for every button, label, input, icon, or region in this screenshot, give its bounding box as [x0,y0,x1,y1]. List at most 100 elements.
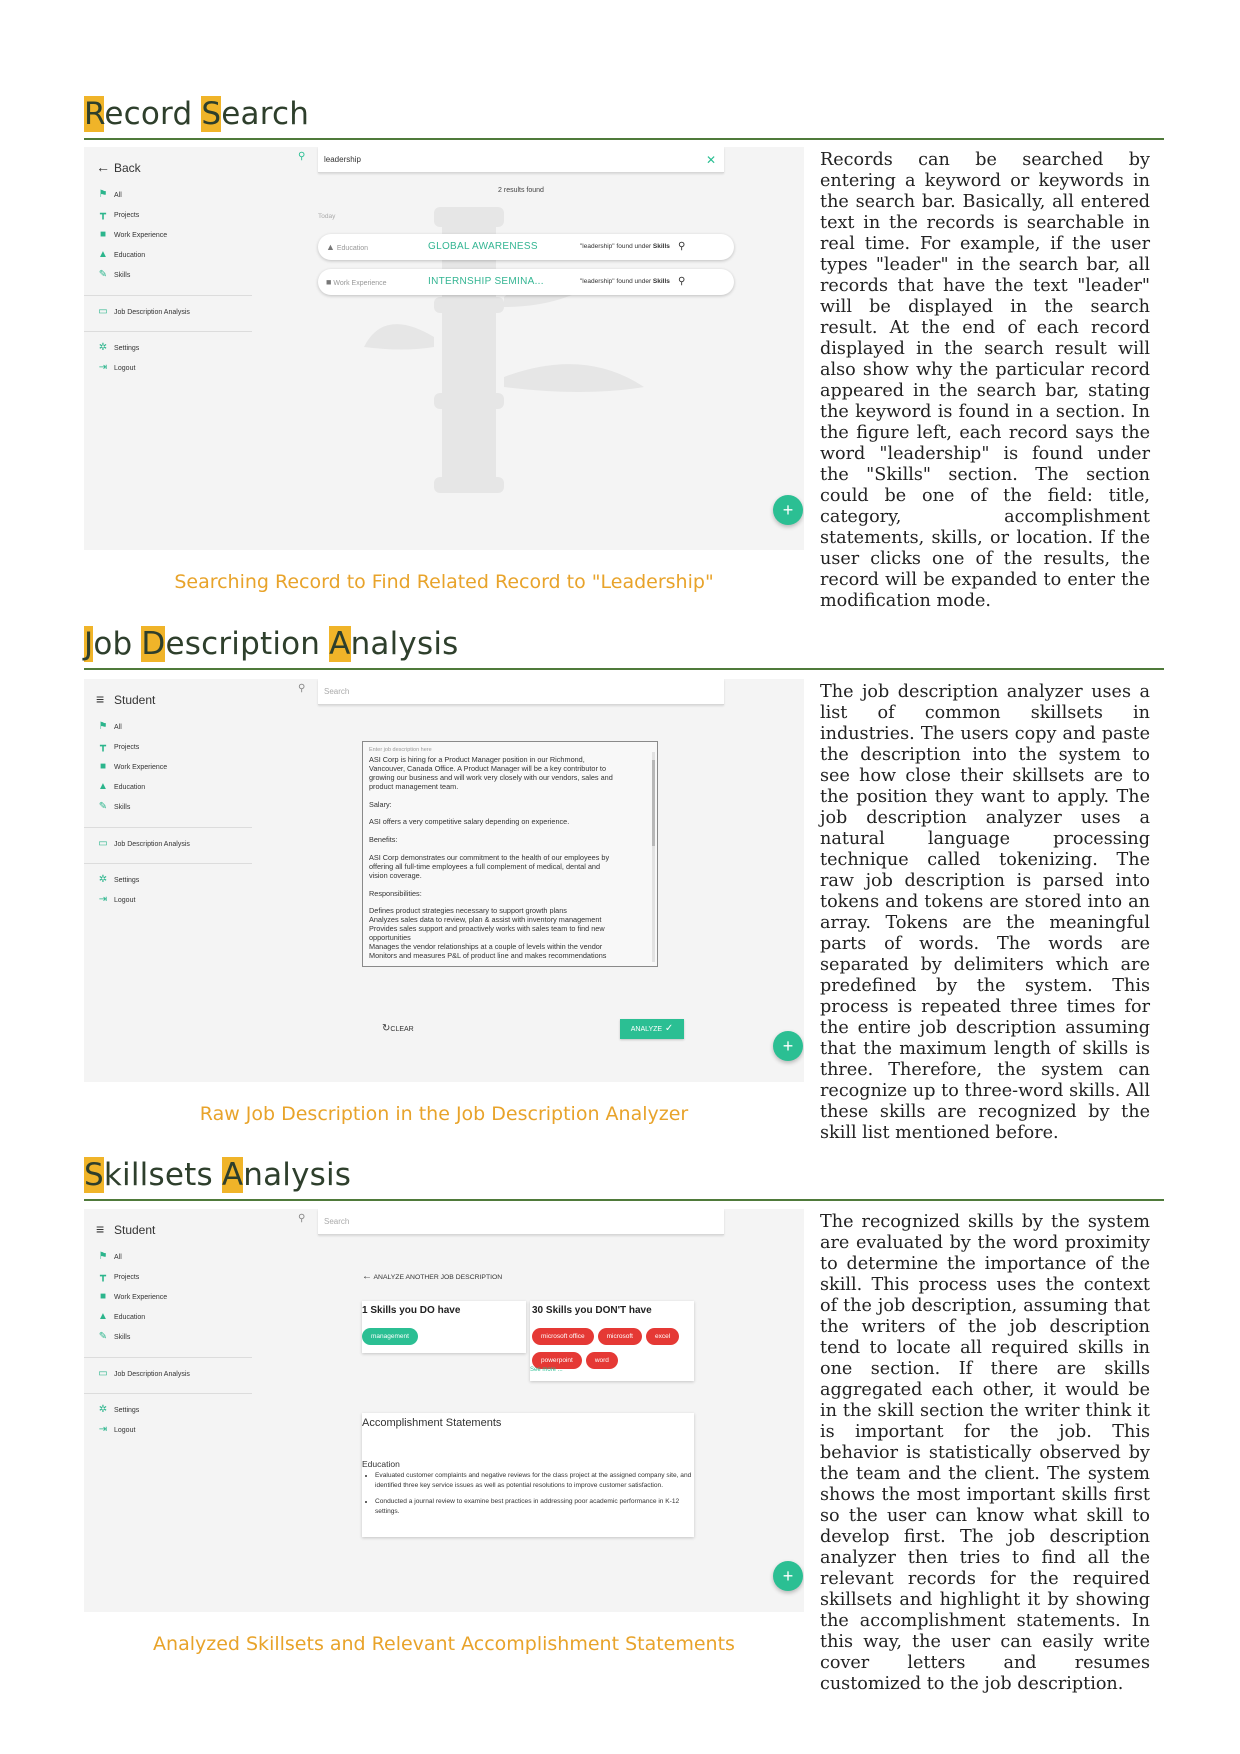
skill-chip[interactable]: microsoft [597,1328,642,1345]
card-icon: ▭ [98,1368,108,1379]
gear-icon: ✲ [98,342,108,353]
search-input[interactable]: leadership ✕ [318,147,724,173]
skill-chip[interactable]: microsoft office [532,1328,594,1345]
wrench-icon: ✎ [98,1331,108,1342]
add-fab[interactable]: + [773,1561,803,1591]
sidebar-divider [84,863,252,864]
sidebar-item-work-experience[interactable]: ■ Work Experience [92,1288,167,1306]
accomplishment-list: Evaluated customer complaints and negati… [362,1471,693,1517]
search-icon: ⚲ [298,683,306,694]
sidebar-divider [84,331,252,332]
paint-roller-icon: ┳ [99,1271,107,1282]
hamburger-icon: ≡ [96,691,105,707]
sidebar-item-education[interactable]: ▲ Education [92,246,145,264]
sidebar-item-job-description-analysis[interactable]: ▭ Job Description Analysis [92,835,190,853]
skills-missing-card: 30 Skills you DON'T have microsoft offic… [530,1301,694,1381]
sidebar-item-settings[interactable]: ✲ Settings [92,339,140,357]
sidebar-divider [84,1357,252,1358]
sidebar-item-education[interactable]: ▲ Education [92,1308,145,1326]
sidebar-item-skills[interactable]: ✎ Skills [92,798,131,816]
close-icon[interactable]: ✕ [706,147,716,173]
sidebar-item-work-experience[interactable]: ■ Work Experience [92,758,167,776]
clear-button[interactable]: ↻CLEAR [382,1023,414,1034]
gear-icon: ✲ [98,874,108,885]
group-label: Today [318,213,336,220]
search-icon: ⚲ [678,241,686,252]
analyze-another-link[interactable]: ← ANALYZE ANOTHER JOB DESCRIPTION [362,1271,502,1282]
card-icon: ▭ [98,838,108,849]
sidebar-divider [84,827,252,828]
sidebar-item-education[interactable]: ▲ Education [92,778,145,796]
caption-record-search: Searching Record to Find Related Record … [174,571,714,593]
sidebar-item-projects[interactable]: ┳ Projects [92,738,139,756]
graduation-cap-icon: ▲ [98,1311,108,1322]
skill-chip[interactable]: word [585,1352,618,1369]
sidebar-item-projects[interactable]: ┳ Projects [92,1268,139,1286]
add-fab[interactable]: + [773,495,803,525]
paragraph-record-search: Records can be searched by entering a ke… [820,150,1150,611]
paint-roller-icon: ┳ [99,209,107,220]
section-title-skillsets-analysis: Skillsets Analysis [84,1153,1164,1201]
search-result-item[interactable]: ▲ Education GLOBAL AWARENESS "leadership… [318,234,734,260]
flag-icon: ⚑ [98,721,108,732]
sidebar-item-logout[interactable]: ⇥ Logout [92,359,136,377]
list-item: Conducted a journal review to examine be… [375,1497,693,1517]
flag-icon: ⚑ [98,1251,108,1262]
back-button[interactable]: ← Back [96,155,141,179]
briefcase-icon: ■ [99,229,107,240]
sidebar-item-logout[interactable]: ⇥ Logout [92,891,136,909]
sidebar-item-settings[interactable]: ✲ Settings [92,1401,140,1419]
section-title-job-description-analysis: Job Description Analysis [84,622,1164,670]
skill-chip[interactable]: management [362,1328,418,1345]
search-result-item[interactable]: ■ Work Experience INTERNSHIP SEMINA... "… [318,269,734,295]
search-input[interactable]: Search [318,1209,724,1235]
skill-chip[interactable]: excel [645,1328,680,1345]
search-icon: ⚲ [298,1213,306,1224]
skillsets-analysis-screenshot: ≡ Student ⚑ All ┳ Projects ■ Work Experience… [84,1209,804,1612]
sidebar: ← Back ⚑ All ┳ Projects ■ Work Experience ▲ E… [84,147,254,550]
briefcase-icon: ■ [326,277,332,287]
scrollbar-thumb[interactable] [652,760,655,846]
accomplishment-card: Accomplishment Statements Education Eval… [362,1413,694,1537]
search-icon: ⚲ [298,151,306,162]
sidebar-item-skills[interactable]: ✎ Skills [92,1328,131,1346]
sidebar-item-projects[interactable]: ┳ Projects [92,206,139,224]
sidebar-item-settings[interactable]: ✲ Settings [92,871,140,889]
sidebar-divider [84,1393,252,1394]
sidebar-item-skills[interactable]: ✎ Skills [92,266,131,284]
sidebar-item-work-experience[interactable]: ■ Work Experience [92,226,167,244]
record-search-screenshot: ← Back ⚑ All ┳ Projects ■ Work Experience ▲ E… [84,147,804,550]
gear-icon: ✲ [98,1404,108,1415]
graduation-cap-icon: ▲ [326,242,335,252]
sidebar-item-logout[interactable]: ⇥ Logout [92,1421,136,1439]
search-icon: ⚲ [678,276,686,287]
sidebar-item-job-description-analysis[interactable]: ▭ Job Description Analysis [92,303,190,321]
add-fab[interactable]: + [773,1031,803,1061]
wrench-icon: ✎ [98,801,108,812]
plus-icon: + [782,1036,794,1056]
list-item: Evaluated customer complaints and negati… [375,1471,693,1491]
sidebar-item-all[interactable]: ⚑ All [92,1248,122,1266]
results-count: 2 results found [498,187,544,194]
skills-have-card: 1 Skills you DO have management [362,1301,526,1353]
sidebar-item-all[interactable]: ⚑ All [92,718,122,736]
graduation-cap-icon: ▲ [98,781,108,792]
plus-icon: + [782,1566,794,1586]
paragraph-skillsets-analysis: The recognized skills by the system are … [820,1212,1150,1694]
see-more-link[interactable]: See more ... [530,1367,563,1373]
menu-header[interactable]: ≡ Student [96,687,155,711]
analyze-button[interactable]: ANALYZE ✓ [620,1019,684,1039]
exit-icon: ⇥ [98,1424,108,1435]
sidebar-item-job-description-analysis[interactable]: ▭ Job Description Analysis [92,1365,190,1383]
arrow-left-icon: ← [362,1271,372,1282]
wrench-icon: ✎ [98,269,108,280]
sidebar: ≡ Student ⚑ All ┳ Projects ■ Work Experience… [84,1209,254,1612]
sidebar-item-all[interactable]: ⚑ All [92,186,122,204]
search-input[interactable]: Search [318,679,724,705]
section-title-record-search: Record Search [84,92,1164,140]
caption-job-description-analysis: Raw Job Description in the Job Descripti… [199,1103,689,1125]
paragraph-job-description-analysis: The job description analyzer uses a list… [820,682,1150,1143]
hamburger-icon: ≡ [96,1221,105,1237]
menu-header[interactable]: ≡ Student [96,1217,155,1241]
job-description-textarea[interactable]: Enter job description here ASI Corp is h… [362,741,658,967]
